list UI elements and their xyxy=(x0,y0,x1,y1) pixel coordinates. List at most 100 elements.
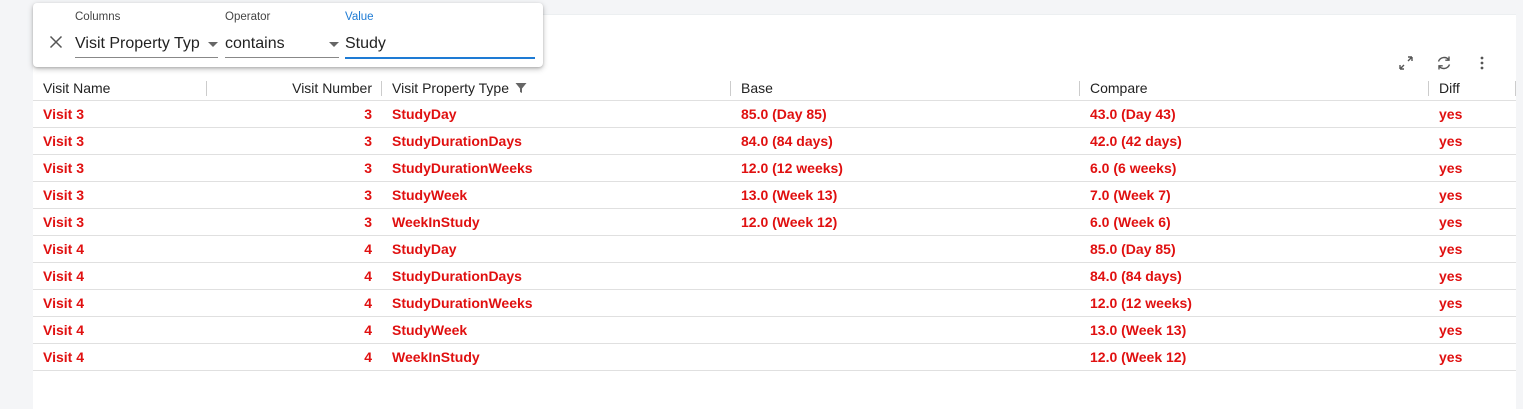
cell-visit-name: Visit 3 xyxy=(33,127,207,155)
cell-visit-name: Visit 4 xyxy=(33,235,207,263)
cell-base: 12.0 (12 weeks) xyxy=(731,154,1080,182)
data-table: Visit Name Visit Number Visit Property T… xyxy=(33,77,1516,371)
cell-base xyxy=(731,343,1080,371)
table-row[interactable]: Visit 3 3 StudyWeek 13.0 (Week 13) 7.0 (Week… xyxy=(33,181,1516,209)
cell-visit-property-type: StudyDurationDays xyxy=(382,127,731,155)
cell-base: 12.0 (Week 12) xyxy=(731,208,1080,236)
operator-select[interactable]: contains xyxy=(225,32,339,58)
table-row[interactable]: Visit 4 4 StudyDay 85.0 (Day 85) yes xyxy=(33,235,1516,263)
table-row[interactable]: Visit 3 3 StudyDurationDays 84.0 (84 days) 4… xyxy=(33,127,1516,155)
columns-select-value: Visit Property Typ xyxy=(75,35,200,52)
value-input-text: Study xyxy=(345,35,386,52)
column-separator[interactable] xyxy=(1515,81,1516,96)
cell-diff: yes xyxy=(1429,181,1516,209)
cell-visit-property-type: WeekInStudy xyxy=(382,343,731,371)
cell-diff: yes xyxy=(1429,127,1516,155)
cell-diff: yes xyxy=(1429,208,1516,236)
column-header-diff[interactable]: Diff xyxy=(1429,77,1516,101)
cell-visit-number: 3 xyxy=(207,127,382,155)
cell-compare: 6.0 (6 weeks) xyxy=(1080,154,1429,182)
expand-icon[interactable] xyxy=(1394,51,1418,75)
cell-diff: yes xyxy=(1429,343,1516,371)
column-header-label: Compare xyxy=(1090,80,1148,97)
cell-visit-property-type: StudyWeek xyxy=(382,316,731,344)
cell-visit-property-type: StudyDay xyxy=(382,235,731,263)
cell-visit-number: 4 xyxy=(207,343,382,371)
cell-compare: 12.0 (Week 12) xyxy=(1080,343,1429,371)
cell-visit-name: Visit 3 xyxy=(33,181,207,209)
cell-visit-property-type: WeekInStudy xyxy=(382,208,731,236)
column-header-label: Visit Property Type xyxy=(392,79,509,96)
cell-visit-name: Visit 3 xyxy=(33,154,207,182)
table-row[interactable]: Visit 4 4 WeekInStudy 12.0 (Week 12) yes xyxy=(33,343,1516,371)
table-row[interactable]: Visit 4 4 StudyDurationDays 84.0 (84 days) y… xyxy=(33,262,1516,290)
value-input[interactable]: Study xyxy=(345,32,535,59)
column-header-base[interactable]: Base xyxy=(731,77,1080,101)
cell-base xyxy=(731,235,1080,263)
cell-visit-number: 4 xyxy=(207,316,382,344)
table-row[interactable]: Visit 4 4 StudyDurationWeeks 12.0 (12 weeks… xyxy=(33,289,1516,317)
cell-visit-property-type: StudyDurationWeeks xyxy=(382,154,731,182)
cell-diff: yes xyxy=(1429,235,1516,263)
table-header-row: Visit Name Visit Number Visit Property T… xyxy=(33,77,1516,101)
column-header-visit-name[interactable]: Visit Name xyxy=(33,77,207,101)
columns-label: Columns xyxy=(75,11,121,23)
table-row[interactable]: Visit 3 3 StudyDurationWeeks 12.0 (12 weeks… xyxy=(33,154,1516,182)
refresh-icon[interactable] xyxy=(1432,51,1456,75)
column-header-visit-property-type[interactable]: Visit Property Type xyxy=(382,77,731,101)
cell-compare: 13.0 (Week 13) xyxy=(1080,316,1429,344)
cell-base xyxy=(731,289,1080,317)
column-header-label: Base xyxy=(741,80,773,97)
column-header-label: Visit Name xyxy=(43,80,111,97)
cell-visit-name: Visit 4 xyxy=(33,289,207,317)
cell-compare: 85.0 (Day 85) xyxy=(1080,235,1429,263)
operator-select-value: contains xyxy=(225,35,285,52)
filter-panel: Columns Visit Property Typ Operator cont… xyxy=(33,3,543,67)
operator-label: Operator xyxy=(225,11,271,23)
cell-visit-property-type: StudyDay xyxy=(382,100,731,128)
cell-visit-number: 3 xyxy=(207,154,382,182)
cell-base: 85.0 (Day 85) xyxy=(731,100,1080,128)
cell-visit-property-type: StudyDurationWeeks xyxy=(382,289,731,317)
column-header-compare[interactable]: Compare xyxy=(1080,77,1429,101)
cell-visit-number: 3 xyxy=(207,100,382,128)
filter-icon[interactable] xyxy=(515,81,527,97)
cell-compare: 7.0 (Week 7) xyxy=(1080,181,1429,209)
column-header-label: Diff xyxy=(1439,80,1460,97)
cell-diff: yes xyxy=(1429,154,1516,182)
cell-visit-number: 3 xyxy=(207,181,382,209)
cell-base: 13.0 (Week 13) xyxy=(731,181,1080,209)
column-header-label: Visit Number xyxy=(292,80,372,97)
cell-visit-number: 4 xyxy=(207,262,382,290)
cell-visit-number: 3 xyxy=(207,208,382,236)
cell-visit-name: Visit 4 xyxy=(33,262,207,290)
cell-base xyxy=(731,262,1080,290)
cell-visit-name: Visit 3 xyxy=(33,100,207,128)
table-row[interactable]: Visit 3 3 WeekInStudy 12.0 (Week 12) 6.0 (We… xyxy=(33,208,1516,236)
cell-diff: yes xyxy=(1429,316,1516,344)
cell-compare: 6.0 (Week 6) xyxy=(1080,208,1429,236)
column-header-visit-number[interactable]: Visit Number xyxy=(207,77,382,101)
cell-visit-name: Visit 4 xyxy=(33,316,207,344)
cell-compare: 84.0 (84 days) xyxy=(1080,262,1429,290)
chevron-down-icon xyxy=(329,42,339,47)
cell-compare: 43.0 (Day 43) xyxy=(1080,100,1429,128)
value-label: Value xyxy=(345,11,374,23)
cell-visit-name: Visit 3 xyxy=(33,208,207,236)
columns-select[interactable]: Visit Property Typ xyxy=(75,32,218,58)
cell-visit-property-type: StudyDurationDays xyxy=(382,262,731,290)
cell-base: 84.0 (84 days) xyxy=(731,127,1080,155)
grid-toolbar xyxy=(1394,51,1494,75)
more-vert-icon[interactable] xyxy=(1470,51,1494,75)
cell-base xyxy=(731,316,1080,344)
cell-visit-number: 4 xyxy=(207,289,382,317)
cell-diff: yes xyxy=(1429,262,1516,290)
cell-visit-number: 4 xyxy=(207,235,382,263)
table-row[interactable]: Visit 4 4 StudyWeek 13.0 (Week 13) yes xyxy=(33,316,1516,344)
close-icon[interactable] xyxy=(47,33,65,51)
chevron-down-icon xyxy=(208,42,218,47)
cell-diff: yes xyxy=(1429,289,1516,317)
table-row[interactable]: Visit 3 3 StudyDay 85.0 (Day 85) 43.0 (Day 4… xyxy=(33,100,1516,128)
cell-visit-property-type: StudyWeek xyxy=(382,181,731,209)
cell-compare: 12.0 (12 weeks) xyxy=(1080,289,1429,317)
